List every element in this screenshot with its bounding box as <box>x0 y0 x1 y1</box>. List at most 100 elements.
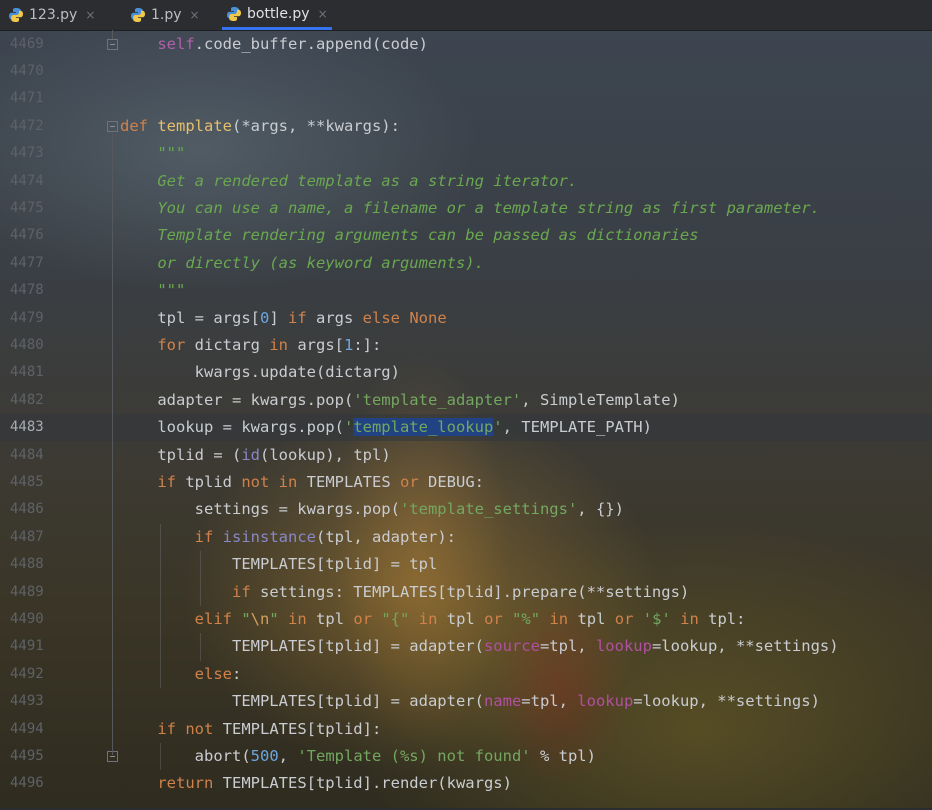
code-line[interactable]: 4478 """ <box>0 277 932 304</box>
line-number: 4493 <box>10 693 44 710</box>
code-line[interactable]: 4484 tplid = (id(lookup), tpl) <box>0 442 932 469</box>
line-number: 4481 <box>10 364 44 381</box>
code-line[interactable]: 4483 lookup = kwargs.pop('template_looku… <box>0 414 932 442</box>
code-line[interactable]: 4472 def template(*args, **kwargs): <box>0 113 932 140</box>
code-line[interactable]: 4477 or directly (as keyword arguments). <box>0 250 932 277</box>
code-text[interactable]: abort(500, 'Template (%s) not found' % t… <box>120 743 596 770</box>
line-number: 4480 <box>10 336 44 353</box>
code-line[interactable]: 4474 Get a rendered template as a string… <box>0 168 932 195</box>
tab-bottle-py[interactable]: bottle.py × <box>222 0 332 30</box>
code-text[interactable]: settings = kwargs.pop('template_settings… <box>120 496 624 523</box>
code-text[interactable]: You can use a name, a filename or a temp… <box>120 195 820 222</box>
line-number: 4475 <box>10 199 44 216</box>
line-number: 4476 <box>10 227 44 244</box>
line-number: 4471 <box>10 90 44 107</box>
line-number: 4489 <box>10 583 44 600</box>
indent-guide <box>160 742 161 771</box>
line-number: 4473 <box>10 145 44 162</box>
code-text[interactable]: adapter = kwargs.pop('template_adapter',… <box>120 387 680 414</box>
tab-label: bottle.py <box>247 5 310 22</box>
code-line[interactable]: 4489 if settings: TEMPLATES[tplid].prepa… <box>0 579 932 606</box>
code-text[interactable]: lookup = kwargs.pop('template_lookup', T… <box>120 414 652 441</box>
tab-123-py[interactable]: 123.py × <box>8 0 95 30</box>
code-line[interactable]: 4476 Template rendering arguments can be… <box>0 222 932 249</box>
fold-toggle-icon[interactable] <box>107 38 118 50</box>
line-number: 4479 <box>10 309 44 326</box>
editor-tab-bar: 123.py × 1.py × bottle.py × <box>0 0 932 31</box>
line-number: 4496 <box>10 775 44 792</box>
tab-label: 1.py <box>151 7 182 23</box>
code-line[interactable]: 4480 for dictarg in args[1:]: <box>0 332 932 359</box>
code-text[interactable]: for dictarg in args[1:]: <box>120 332 381 359</box>
code-text[interactable]: tpl = args[0] if args else None <box>120 305 446 332</box>
line-number: 4490 <box>10 610 44 627</box>
code-text[interactable]: if tplid not in TEMPLATES or DEBUG: <box>120 469 484 496</box>
code-line[interactable]: 4486 settings = kwargs.pop('template_set… <box>0 496 932 523</box>
code-editor[interactable]: 4469 self.code_buffer.append(code) 4470 44… <box>0 30 932 808</box>
fold-range-line <box>112 132 113 755</box>
code-text[interactable]: if settings: TEMPLATES[tplid].prepare(**… <box>120 579 689 606</box>
line-number: 4483 <box>10 419 44 436</box>
code-line[interactable]: 4473 """ <box>0 140 932 167</box>
code-line[interactable]: 4479 tpl = args[0] if args else None <box>0 305 932 332</box>
line-number: 4474 <box>10 172 44 189</box>
tab-1-py[interactable]: 1.py × <box>130 0 200 30</box>
fold-toggle-icon[interactable] <box>107 120 118 132</box>
code-text[interactable]: """ <box>120 140 185 167</box>
code-line[interactable]: 4469 self.code_buffer.append(code) <box>0 31 932 58</box>
code-text[interactable]: self.code_buffer.append(code) <box>120 31 428 58</box>
python-file-icon <box>130 7 146 23</box>
indent-guide <box>200 633 201 661</box>
code-text[interactable]: def template(*args, **kwargs): <box>120 113 400 140</box>
line-number: 4484 <box>10 446 44 463</box>
close-icon[interactable]: × <box>85 8 95 22</box>
code-line[interactable]: 4492 else: <box>0 661 932 688</box>
code-text[interactable]: or directly (as keyword arguments). <box>120 250 484 277</box>
code-text[interactable]: Get a rendered template as a string iter… <box>120 168 577 195</box>
code-text[interactable]: tplid = (id(lookup), tpl) <box>120 442 390 469</box>
indent-guide <box>200 551 201 606</box>
indent-guide <box>160 523 161 689</box>
line-number: 4487 <box>10 528 44 545</box>
line-number: 4486 <box>10 501 44 518</box>
line-number: 4488 <box>10 556 44 573</box>
code-line[interactable]: 4487 if isinstance(tpl, adapter): <box>0 524 932 551</box>
code-line[interactable]: 4493 TEMPLATES[tplid] = adapter(name=tpl… <box>0 688 932 715</box>
code-text[interactable]: return TEMPLATES[tplid].render(kwargs) <box>120 770 512 797</box>
code-line[interactable]: 4495 abort(500, 'Template (%s) not found… <box>0 743 932 770</box>
line-number: 4478 <box>10 282 44 299</box>
code-text[interactable]: if isinstance(tpl, adapter): <box>120 524 456 551</box>
code-text[interactable]: if not TEMPLATES[tplid]: <box>120 716 381 743</box>
line-number: 4472 <box>10 117 44 134</box>
code-line[interactable]: 4470 <box>0 58 932 85</box>
code-line[interactable]: 4481 kwargs.update(dictarg) <box>0 359 932 386</box>
code-text[interactable]: TEMPLATES[tplid] = adapter(source=tpl, l… <box>120 633 839 660</box>
line-number: 4482 <box>10 391 44 408</box>
code-text[interactable]: kwargs.update(dictarg) <box>120 359 400 386</box>
close-icon[interactable]: × <box>190 8 200 22</box>
code-line[interactable]: 4488 TEMPLATES[tplid] = tpl <box>0 551 932 578</box>
python-file-icon <box>226 6 242 22</box>
code-line[interactable]: 4475 You can use a name, a filename or a… <box>0 195 932 222</box>
code-line[interactable]: 4485 if tplid not in TEMPLATES or DEBUG: <box>0 469 932 496</box>
line-number: 4491 <box>10 638 44 655</box>
code-text[interactable]: elif "\n" in tpl or "{" in tpl or "%" in… <box>120 606 746 633</box>
code-text[interactable]: """ <box>120 277 185 304</box>
code-text[interactable]: TEMPLATES[tplid] = adapter(name=tpl, loo… <box>120 688 820 715</box>
code-line[interactable]: 4490 elif "\n" in tpl or "{" in tpl or "… <box>0 606 932 633</box>
code-text[interactable]: Template rendering arguments can be pass… <box>120 222 698 249</box>
code-line[interactable]: 4494 if not TEMPLATES[tplid]: <box>0 716 932 743</box>
code-text[interactable]: TEMPLATES[tplid] = tpl <box>120 551 437 578</box>
line-number: 4495 <box>10 747 44 764</box>
line-number: 4469 <box>10 35 44 52</box>
code-line[interactable]: 4471 <box>0 85 932 112</box>
code-line[interactable]: 4482 adapter = kwargs.pop('template_adap… <box>0 387 932 414</box>
tab-label: 123.py <box>29 7 78 23</box>
code-line[interactable]: 4491 TEMPLATES[tplid] = adapter(source=t… <box>0 633 932 660</box>
code-line[interactable]: 4496 return TEMPLATES[tplid].render(kwar… <box>0 770 932 797</box>
line-number: 4477 <box>10 254 44 271</box>
close-icon[interactable]: × <box>318 7 328 21</box>
code-text[interactable]: else: <box>120 661 242 688</box>
line-number: 4470 <box>10 62 44 79</box>
line-number: 4494 <box>10 720 44 737</box>
